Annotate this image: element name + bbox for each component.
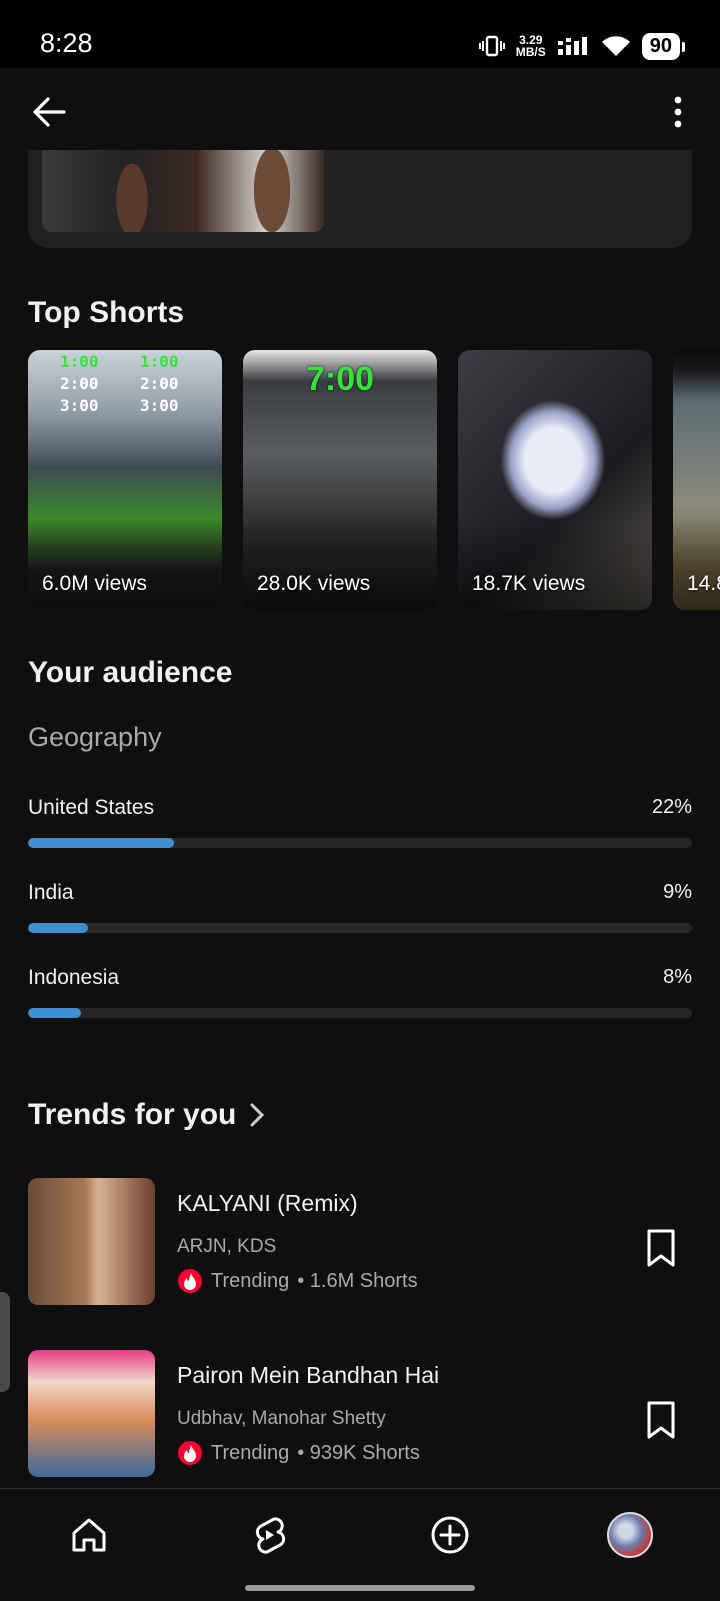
audience-title: Your audience [28, 656, 233, 689]
trend-status: Trending [211, 1269, 290, 1292]
short-card[interactable]: 7:00 28.0K views [243, 350, 437, 610]
trends-title: Trends for you [28, 1098, 237, 1131]
geo-row-us: United States 22% [28, 796, 692, 856]
nav-profile-button[interactable] [602, 1507, 658, 1563]
trend-title: Pairon Mein Bandhan Hai [177, 1362, 440, 1388]
nav-home-button[interactable] [61, 1507, 117, 1563]
trend-thumbnail[interactable] [28, 1350, 155, 1477]
bookmark-icon [647, 1229, 675, 1267]
arrow-left-icon [33, 97, 66, 127]
trend-meta: Trending • 1.6M Shorts [177, 1268, 418, 1294]
save-button[interactable] [644, 1400, 678, 1440]
trend-item[interactable]: Pairon Mein Bandhan Hai Udbhav, Manohar … [28, 1350, 692, 1478]
short-views: 28.0K views [257, 572, 371, 595]
geo-row-indonesia: Indonesia 8% [28, 966, 692, 1026]
nav-shorts-button[interactable] [241, 1507, 297, 1563]
short-views: 6.0M views [42, 572, 148, 595]
geo-row-india: India 9% [28, 881, 692, 941]
trend-artists: ARJN, KDS [177, 1236, 277, 1257]
top-shorts-title: Top Shorts [28, 296, 185, 329]
short-card[interactable]: 1:00 1:00 2:00 2:00 3:00 3:00 6.0M views [28, 350, 222, 610]
trend-meta: Trending • 939K Shorts [177, 1440, 420, 1466]
shorts-icon [255, 1517, 286, 1554]
home-icon [72, 1518, 106, 1552]
geo-country: Indonesia [28, 966, 120, 989]
avatar [607, 1512, 653, 1558]
geo-percent: 8% [663, 966, 692, 988]
trends-header[interactable]: Trends for you [28, 1098, 266, 1132]
trend-count: • 939K Shorts [297, 1441, 420, 1464]
trend-count: • 1.6M Shorts [297, 1269, 418, 1292]
top-app-bar [0, 68, 720, 154]
save-button[interactable] [644, 1228, 678, 1268]
geo-bar-track [28, 838, 692, 848]
geo-percent: 9% [663, 881, 692, 903]
chevron-right-icon [250, 1103, 265, 1127]
vibrate-icon [478, 35, 505, 57]
geo-country: India [28, 881, 74, 904]
nav-create-button[interactable] [422, 1507, 478, 1563]
status-icons: 3.29 MB/S 90 [478, 30, 686, 62]
bookmark-icon [647, 1401, 675, 1439]
video-summary-card[interactable] [28, 150, 692, 248]
trend-artists: Udbhav, Manohar Shetty [177, 1408, 386, 1429]
more-options-button[interactable] [664, 90, 692, 134]
add-circle-icon [431, 1516, 469, 1554]
geo-bar-fill [28, 923, 88, 933]
status-time: 8:28 [40, 28, 93, 58]
back-button[interactable] [28, 90, 72, 134]
trend-thumbnail[interactable] [28, 1178, 155, 1305]
trending-flame-icon [178, 1441, 202, 1465]
trend-status: Trending [211, 1441, 290, 1464]
video-thumbnail[interactable] [42, 150, 324, 232]
short-views: 14.8 [687, 572, 720, 595]
geography-title: Geography [28, 722, 162, 752]
wifi-icon [601, 36, 630, 56]
signal-icon [557, 37, 587, 55]
more-vert-icon [674, 96, 682, 128]
trending-flame-icon [178, 1269, 202, 1293]
geo-percent: 22% [651, 796, 692, 818]
short-card[interactable]: 14.8 [673, 350, 720, 610]
top-shorts-carousel[interactable]: 1:00 1:00 2:00 2:00 3:00 3:00 6.0M views… [28, 350, 720, 610]
short-views: 18.7K views [472, 572, 586, 595]
short-card[interactable]: 18.7K views [458, 350, 652, 610]
home-indicator[interactable] [245, 1585, 475, 1591]
geo-country: United States [28, 796, 155, 819]
edge-panel-handle[interactable] [0, 1292, 10, 1392]
geo-bar-fill [28, 1008, 82, 1018]
network-speed: 3.29 MB/S [515, 33, 546, 59]
trend-item[interactable]: KALYANI (Remix) ARJN, KDS Trending • 1.6… [28, 1178, 692, 1306]
battery-indicator: 90 [641, 32, 686, 60]
geo-bar-track [28, 923, 692, 933]
trend-title: KALYANI (Remix) [177, 1190, 358, 1216]
geo-bar-fill [28, 838, 175, 848]
status-bar: 8:28 3.29 MB/S 90 [0, 0, 720, 68]
geo-bar-track [28, 1008, 692, 1018]
